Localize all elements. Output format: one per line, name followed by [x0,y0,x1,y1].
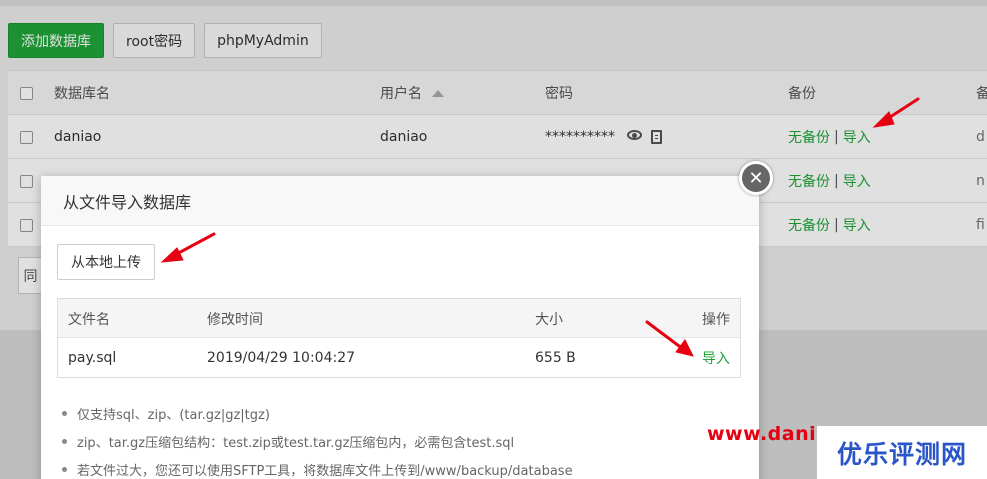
file-size: 655 B [535,349,576,366]
watermark-logo-box: 优乐评测网 [817,426,987,479]
file-name: pay.sql [68,349,117,366]
note-item: 若文件过大，您还可以使用SFTP工具，将数据库文件上传到/www/backup/… [62,455,573,479]
file-table: 文件名 修改时间 大小 操作 pay.sql 2019/04/29 10:04:… [57,298,741,378]
header-size: 大小 [535,311,563,328]
import-modal: 从文件导入数据库 从本地上传 文件名 修改时间 大小 操作 pay.sql 20… [41,176,759,479]
note-item: 仅支持sql、zip、(tar.gz|gz|tgz) [62,399,573,427]
watermark-logo: 优乐评测网 [836,439,967,469]
file-table-header: 文件名 修改时间 大小 操作 [58,299,740,338]
modal-title: 从文件导入数据库 [41,176,759,226]
help-notes: 仅支持sql、zip、(tar.gz|gz|tgz) zip、tar.gz压缩包… [62,399,573,479]
note-item: zip、tar.gz压缩包结构：test.zip或test.tar.gz压缩包内… [62,427,573,455]
header-file-name: 文件名 [68,311,110,328]
header-modified-time: 修改时间 [207,311,263,328]
file-row: pay.sql 2019/04/29 10:04:27 655 B 导入 [58,338,740,377]
close-modal-button[interactable]: ✕ [739,161,773,195]
file-modified-time: 2019/04/29 10:04:27 [207,349,356,366]
upload-local-button[interactable]: 从本地上传 [57,244,155,280]
header-operation: 操作 [702,311,730,328]
watermark-url: www.dani [707,423,817,445]
file-import-link[interactable]: 导入 [702,338,730,377]
